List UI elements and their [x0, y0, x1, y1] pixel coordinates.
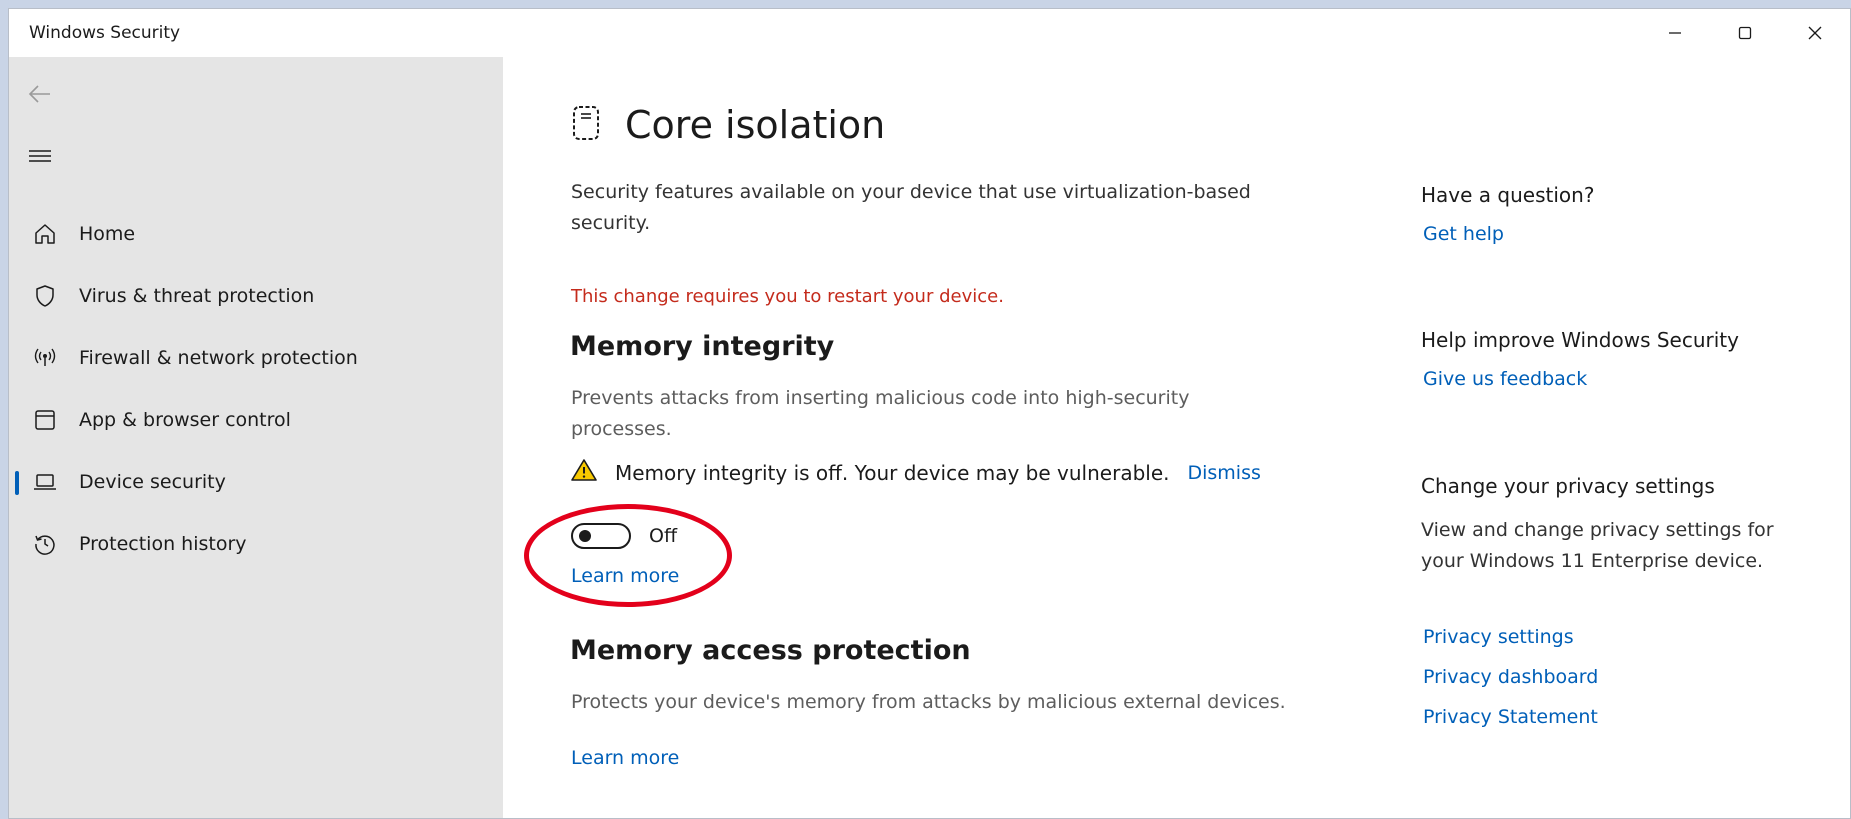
minimize-icon	[1669, 32, 1681, 34]
back-button[interactable]	[27, 81, 53, 107]
maximize-button[interactable]	[1710, 9, 1780, 57]
window-title: Windows Security	[29, 23, 181, 43]
hamburger-menu-icon	[29, 150, 51, 162]
memory-access-protection-description: Protects your device's memory from attac…	[571, 691, 1286, 713]
sidebar-item-label: Device security	[79, 471, 226, 493]
windows-security-window: Windows Security Home Virus & threat pro…	[8, 8, 1851, 819]
privacy-dashboard-link[interactable]: Privacy dashboard	[1423, 666, 1598, 688]
sidebar-item-label: Virus & threat protection	[79, 285, 315, 307]
give-feedback-link[interactable]: Give us feedback	[1423, 368, 1587, 390]
sidebar-item-label: Firewall & network protection	[79, 347, 358, 369]
navigation-sidebar: Home Virus & threat protection Firewall …	[9, 57, 503, 818]
sidebar-item-app-browser-control[interactable]: App & browser control	[15, 395, 495, 445]
memory-integrity-learn-more-link[interactable]: Learn more	[571, 565, 679, 587]
memory-integrity-description: Prevents attacks from inserting maliciou…	[571, 387, 1190, 440]
memory-integrity-heading: Memory integrity	[570, 331, 835, 362]
wireless-antenna-icon	[31, 344, 59, 372]
active-indicator	[15, 471, 19, 495]
title-bar: Windows Security	[9, 9, 1850, 57]
privacy-statement-link[interactable]: Privacy Statement	[1423, 706, 1598, 728]
toggle-knob	[579, 530, 591, 542]
maximize-icon	[1738, 26, 1752, 40]
memory-integrity-toggle-row: Off	[571, 523, 677, 549]
sidebar-item-label: Protection history	[79, 533, 247, 555]
memory-access-learn-more-link[interactable]: Learn more	[571, 747, 679, 769]
app-window-icon	[31, 406, 59, 434]
page-description: Security features available on your devi…	[571, 181, 1251, 234]
page-header: Core isolation	[571, 103, 885, 147]
memory-integrity-warning: Memory integrity is off. Your device may…	[571, 458, 1261, 487]
page-title: Core isolation	[625, 103, 886, 147]
sidebar-item-home[interactable]: Home	[15, 209, 495, 259]
sidebar-item-device-security[interactable]: Device security	[15, 457, 495, 507]
minimize-button[interactable]	[1640, 9, 1710, 57]
home-icon	[31, 220, 59, 248]
privacy-description: View and change privacy settings for you…	[1421, 519, 1774, 572]
get-help-link[interactable]: Get help	[1423, 223, 1504, 245]
dismiss-link[interactable]: Dismiss	[1187, 462, 1260, 484]
memory-integrity-toggle[interactable]	[571, 523, 631, 549]
close-button[interactable]	[1780, 9, 1850, 57]
core-isolation-chip-icon	[571, 104, 601, 146]
sidebar-item-protection-history[interactable]: Protection history	[15, 519, 495, 569]
sidebar-item-virus-threat-protection[interactable]: Virus & threat protection	[15, 271, 495, 321]
back-arrow-icon	[28, 85, 50, 103]
sidebar-item-label: App & browser control	[79, 409, 291, 431]
help-improve-heading: Help improve Windows Security	[1421, 328, 1739, 352]
menu-button[interactable]	[27, 143, 53, 169]
toggle-state-label: Off	[649, 525, 678, 547]
warning-triangle-icon	[571, 458, 597, 487]
main-content: Core isolation Security features availab…	[503, 57, 1850, 818]
privacy-settings-heading: Change your privacy settings	[1421, 474, 1715, 498]
close-icon	[1808, 26, 1822, 40]
history-icon	[31, 530, 59, 558]
restart-required-notice: This change requires you to restart your…	[571, 286, 1004, 307]
sidebar-item-label: Home	[79, 223, 136, 245]
shield-icon	[31, 282, 59, 310]
privacy-settings-link[interactable]: Privacy settings	[1423, 626, 1574, 648]
have-a-question-heading: Have a question?	[1421, 183, 1595, 207]
memory-access-protection-heading: Memory access protection	[570, 635, 971, 666]
laptop-icon	[31, 468, 59, 496]
sidebar-item-firewall-network-protection[interactable]: Firewall & network protection	[15, 333, 495, 383]
warning-text: Memory integrity is off. Your device may…	[615, 460, 1170, 485]
